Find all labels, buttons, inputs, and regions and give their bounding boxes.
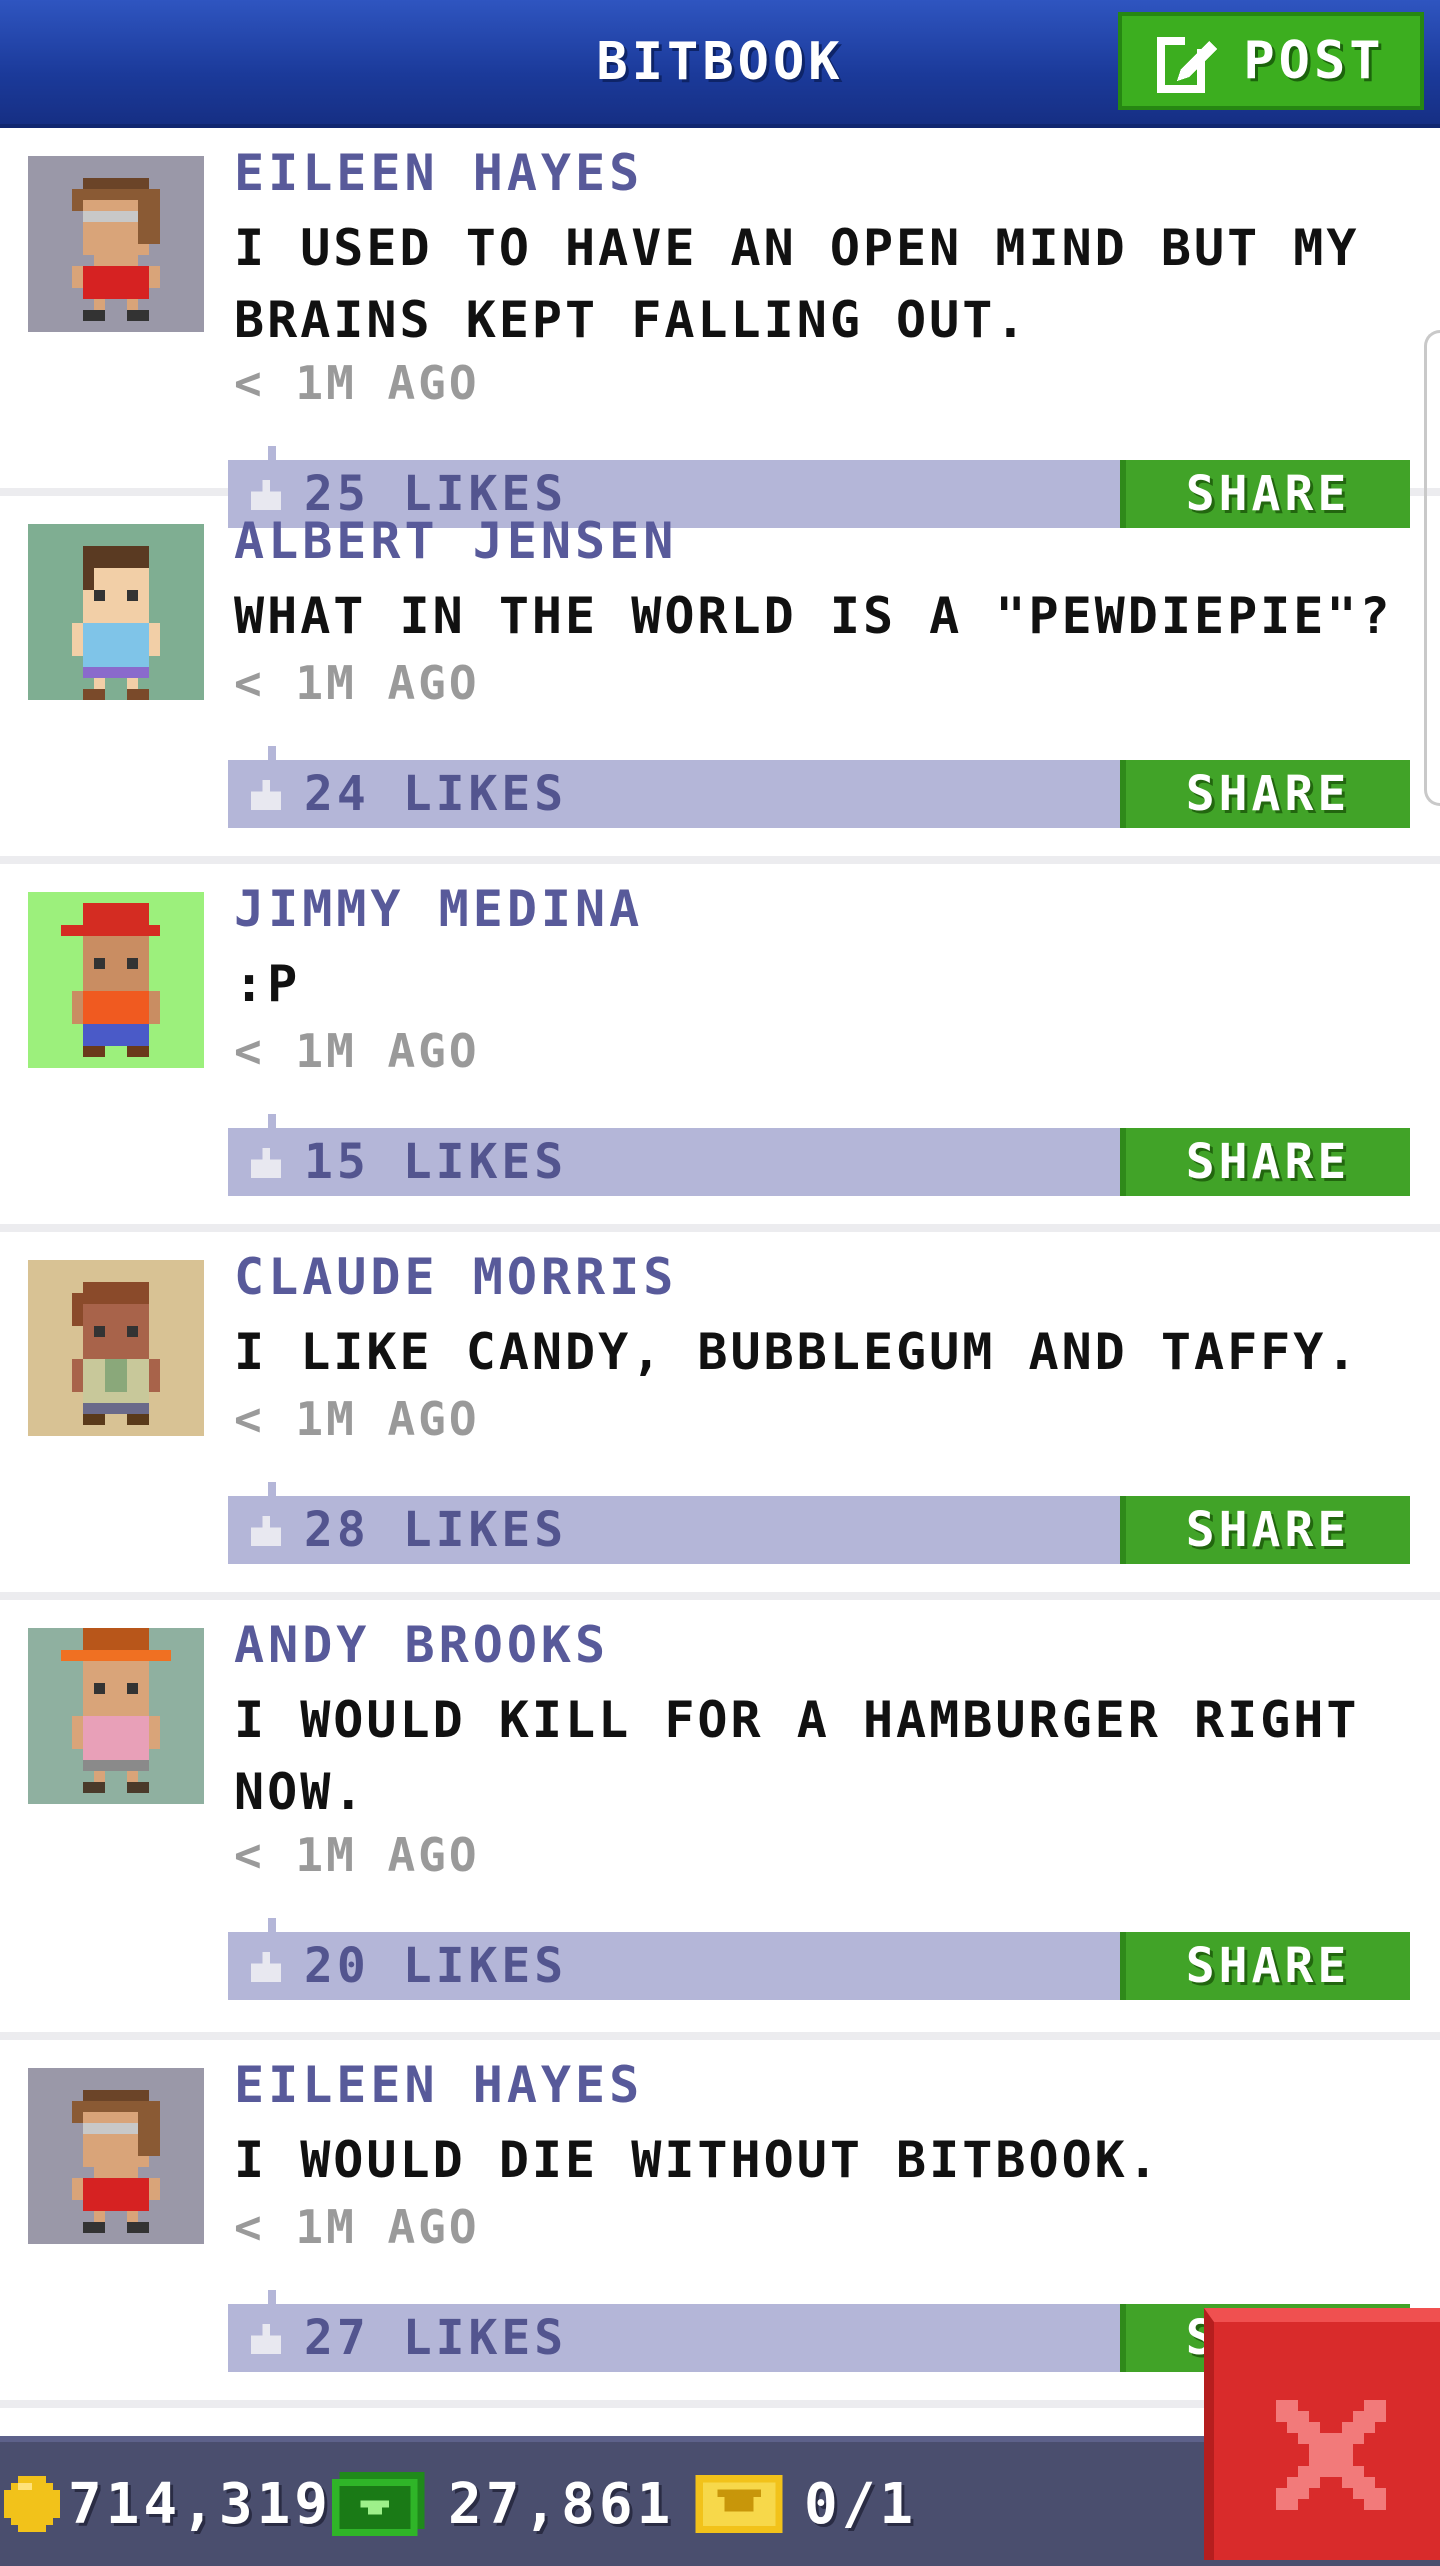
- bux-value: 27,861: [448, 2471, 675, 2537]
- close-button[interactable]: [1204, 2308, 1440, 2560]
- avatar[interactable]: [28, 1260, 204, 1436]
- edit-icon: [1157, 33, 1218, 93]
- feed-post: CLAUDE MORRIS I LIKE CANDY, BUBBLEGUM AN…: [0, 1232, 1440, 1600]
- post-text: I USED TO HAVE AN OPEN MIND BUT MY BRAIN…: [234, 219, 1360, 349]
- avatar[interactable]: [28, 2068, 204, 2244]
- likes-count: 28 LIKES: [304, 1502, 568, 1558]
- post-author[interactable]: JIMMY MEDINA: [234, 880, 643, 938]
- avatar[interactable]: [28, 1628, 204, 1804]
- likes-bar: 28 LIKES SHARE: [228, 1482, 1410, 1564]
- likes-count: 15 LIKES: [304, 1134, 568, 1190]
- like-icon: [251, 2324, 281, 2354]
- share-button[interactable]: SHARE: [1120, 1932, 1410, 2000]
- likes-bar: 15 LIKES SHARE: [228, 1114, 1410, 1196]
- tickets-value: 0/1: [804, 2471, 918, 2537]
- post-button-label: POST: [1243, 31, 1385, 91]
- post-time: < 1M AGO: [234, 1828, 480, 1882]
- post-author[interactable]: EILEEN HAYES: [234, 2056, 643, 2114]
- post-text: I LIKE CANDY, BUBBLEGUM AND TAFFY.: [234, 1323, 1360, 1381]
- bux-stat: 27,861: [332, 2442, 674, 2566]
- feed-list[interactable]: EILEEN HAYES I USED TO HAVE AN OPEN MIND…: [0, 128, 1440, 2408]
- app-header: BITBOOK POST: [0, 0, 1440, 128]
- scroll-indicator[interactable]: [1424, 330, 1440, 806]
- like-icon: [251, 1516, 281, 1546]
- avatar[interactable]: [28, 524, 204, 700]
- likes-count: 24 LIKES: [304, 766, 568, 822]
- share-button[interactable]: SHARE: [1120, 760, 1410, 828]
- post-text: WHAT IN THE WORLD IS A "PEWDIEPIE"?: [234, 587, 1393, 645]
- likes-bar: 20 LIKES SHARE: [228, 1918, 1410, 2000]
- like-icon: [251, 780, 281, 810]
- post-time: < 1M AGO: [234, 1392, 480, 1446]
- post-text: I WOULD KILL FOR A HAMBURGER RIGHT NOW.: [234, 1691, 1360, 1821]
- feed-post: ANDY BROOKS I WOULD KILL FOR A HAMBURGER…: [0, 1600, 1440, 2040]
- avatar[interactable]: [28, 892, 204, 1068]
- post-time: < 1M AGO: [234, 1024, 480, 1078]
- post-time: < 1M AGO: [234, 656, 480, 710]
- likes-bar: 24 LIKES SHARE: [228, 746, 1410, 828]
- post-author[interactable]: ALBERT JENSEN: [234, 512, 677, 570]
- post-author[interactable]: ANDY BROOKS: [234, 1616, 609, 1674]
- share-button[interactable]: SHARE: [1120, 1128, 1410, 1196]
- avatar[interactable]: [28, 156, 204, 332]
- claude-avatar-icon: [28, 1260, 204, 1436]
- like-icon: [251, 1952, 281, 1982]
- eileen-avatar-icon: [28, 2068, 204, 2244]
- jimmy-avatar-icon: [28, 892, 204, 1068]
- likes-count: 20 LIKES: [304, 1938, 568, 1994]
- likes-count: 27 LIKES: [304, 2310, 568, 2366]
- coin-icon: [4, 2476, 60, 2532]
- coins-value: 714,319: [68, 2471, 333, 2537]
- ticket-icon: [695, 2475, 783, 2533]
- feed-post: JIMMY MEDINA :P < 1M AGO 15 LIKES SHARE: [0, 864, 1440, 1232]
- coins-stat: 714,319: [4, 2442, 332, 2566]
- post-author[interactable]: CLAUDE MORRIS: [234, 1248, 677, 1306]
- tickets-stat: 0/1: [694, 2442, 917, 2566]
- albert-avatar-icon: [28, 524, 204, 700]
- post-text: :P: [234, 955, 301, 1013]
- close-icon: [1276, 2400, 1386, 2510]
- post-text: I WOULD DIE WITHOUT BITBOOK.: [234, 2131, 1161, 2189]
- eileen-avatar-icon: [28, 156, 204, 332]
- feed-post: ALBERT JENSEN WHAT IN THE WORLD IS A "PE…: [0, 496, 1440, 864]
- share-button[interactable]: SHARE: [1120, 1496, 1410, 1564]
- andy-avatar-icon: [28, 1628, 204, 1804]
- post-button[interactable]: POST: [1118, 12, 1424, 110]
- bux-icon: [332, 2472, 425, 2536]
- post-author[interactable]: EILEEN HAYES: [234, 144, 643, 202]
- feed-post: EILEEN HAYES I USED TO HAVE AN OPEN MIND…: [0, 128, 1440, 528]
- post-time: < 1M AGO: [234, 356, 480, 410]
- post-time: < 1M AGO: [234, 2200, 480, 2254]
- like-icon: [251, 1148, 281, 1178]
